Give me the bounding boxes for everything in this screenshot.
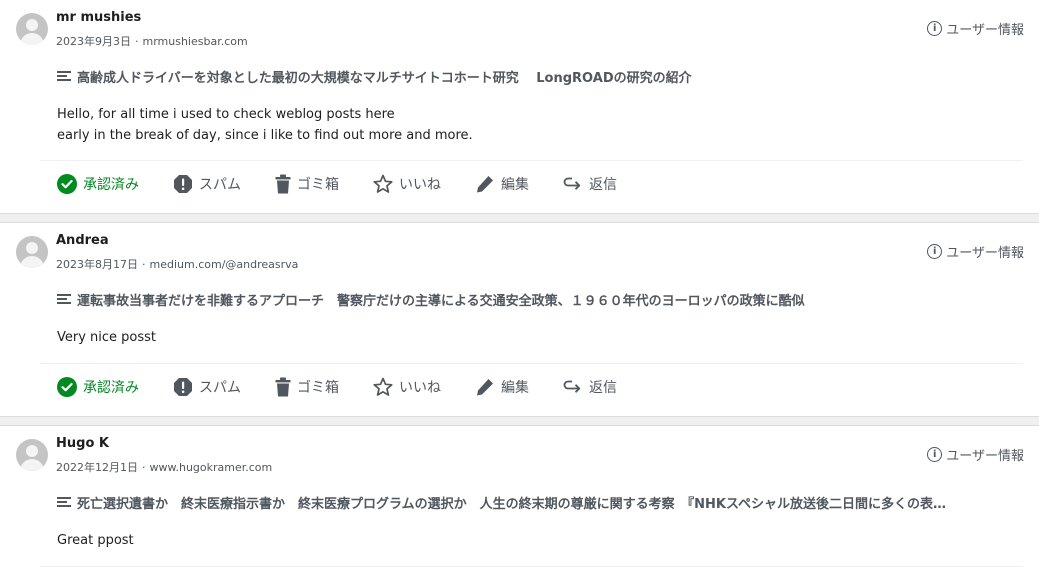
- divider: [40, 363, 1023, 364]
- comment-date[interactable]: 2023年9月3日: [56, 35, 131, 48]
- comment-meta: 2022年12月1日 · www.hugokramer.com: [56, 459, 272, 475]
- post-title: 死亡選択遺書か 終末医療指示書か 終末医療プログラムの選択か 人生の終末期の尊厳…: [77, 497, 947, 512]
- trash-icon: [275, 174, 291, 194]
- comment-line: early in the break of day, since i like …: [57, 128, 473, 143]
- comment-separator: [0, 416, 1039, 426]
- trash-icon: [275, 377, 291, 397]
- trash-button[interactable]: ゴミ箱: [275, 377, 339, 397]
- avatar[interactable]: [16, 236, 48, 268]
- meta-separator: ·: [135, 35, 139, 48]
- comment-date[interactable]: 2022年12月1日: [56, 461, 138, 474]
- like-button[interactable]: いいね: [373, 174, 441, 194]
- spam-label: スパム: [199, 380, 241, 396]
- reply-label: 返信: [589, 380, 617, 396]
- approved-button[interactable]: 承認済み: [57, 174, 139, 194]
- edit-button[interactable]: 編集: [475, 174, 529, 194]
- user-info-label: ユーザー情報: [946, 246, 1024, 261]
- edit-label: 編集: [501, 177, 529, 193]
- divider: [40, 160, 1023, 161]
- comment-line: Hello, for all time i used to check webl…: [57, 107, 395, 122]
- check-circle-icon: [57, 377, 77, 397]
- comment-site[interactable]: mrmushiesbar.com: [143, 35, 248, 48]
- user-info-label: ユーザー情報: [946, 449, 1024, 464]
- post-title-link[interactable]: 死亡選択遺書か 終末医療指示書か 終末医療プログラムの選択か 人生の終末期の尊厳…: [57, 493, 1019, 512]
- post-title: 運転事故当事者だけを非難するアプローチ 警察庁だけの主導による交通安全政策、１９…: [77, 294, 805, 309]
- post-title-link[interactable]: 運転事故当事者だけを非難するアプローチ 警察庁だけの主導による交通安全政策、１９…: [57, 290, 1019, 309]
- comment-line: Great ppost: [57, 533, 134, 548]
- spam-button[interactable]: スパム: [173, 174, 241, 194]
- pencil-icon: [477, 379, 493, 396]
- check-circle-icon: [57, 174, 77, 194]
- info-icon: i: [927, 244, 943, 259]
- star-icon: [373, 377, 393, 396]
- comment-card: mr mushies 2023年9月3日 · mrmushiesbar.com i …: [0, 0, 1039, 213]
- pencil-icon: [477, 176, 493, 193]
- like-label: いいね: [399, 380, 441, 396]
- meta-separator: ·: [142, 258, 146, 271]
- comment-site[interactable]: medium.com/@andreasrva: [150, 258, 299, 271]
- edit-button[interactable]: 編集: [475, 377, 529, 397]
- post-icon: [57, 294, 71, 305]
- info-icon: i: [927, 447, 943, 462]
- reply-label: 返信: [589, 177, 617, 193]
- comment-site[interactable]: www.hugokramer.com: [150, 461, 273, 474]
- spam-label: スパム: [199, 177, 241, 193]
- post-title: 高齢成人ドライバーを対象とした最初の大規模なマルチサイトコホート研究 LongR…: [77, 71, 692, 86]
- spam-icon: [174, 175, 192, 193]
- comment-author[interactable]: Andrea: [56, 233, 109, 248]
- reply-button[interactable]: 返信: [563, 174, 617, 194]
- avatar[interactable]: [16, 439, 48, 471]
- comment-actions: 承認済み スパム ゴミ箱 いいね 編集 返信: [57, 174, 651, 194]
- avatar[interactable]: [16, 13, 48, 45]
- edit-label: 編集: [501, 380, 529, 396]
- comment-content: Hello, for all time i used to check webl…: [57, 104, 473, 146]
- user-info-button[interactable]: i ユーザー情報: [927, 445, 1024, 464]
- comment-actions: 承認済み スパム ゴミ箱 いいね 編集 返信: [57, 377, 651, 397]
- approved-label: 承認済み: [83, 177, 139, 193]
- trash-label: ゴミ箱: [297, 177, 339, 193]
- comment-card: Andrea 2023年8月17日 · medium.com/@andreasrva…: [0, 223, 1039, 416]
- trash-button[interactable]: ゴミ箱: [275, 174, 339, 194]
- reply-button[interactable]: 返信: [563, 377, 617, 397]
- reply-icon: [563, 177, 581, 190]
- comment-meta: 2023年9月3日 · mrmushiesbar.com: [56, 33, 248, 49]
- comment-date[interactable]: 2023年8月17日: [56, 258, 138, 271]
- meta-separator: ·: [142, 461, 146, 474]
- approved-label: 承認済み: [83, 380, 139, 396]
- comment-content: Great ppost: [57, 530, 134, 551]
- reply-icon: [563, 380, 581, 393]
- like-button[interactable]: いいね: [373, 377, 441, 397]
- user-info-label: ユーザー情報: [946, 23, 1024, 38]
- post-title-link[interactable]: 高齢成人ドライバーを対象とした最初の大規模なマルチサイトコホート研究 LongR…: [57, 67, 1019, 86]
- comment-card: Hugo K 2022年12月1日 · www.hugokramer.com i ユ…: [0, 426, 1039, 567]
- user-info-button[interactable]: i ユーザー情報: [927, 242, 1024, 261]
- star-icon: [373, 174, 393, 193]
- spam-icon: [174, 378, 192, 396]
- comment-separator: [0, 213, 1039, 223]
- comment-author[interactable]: Hugo K: [56, 436, 109, 451]
- post-icon: [57, 497, 71, 508]
- approved-button[interactable]: 承認済み: [57, 377, 139, 397]
- user-info-button[interactable]: i ユーザー情報: [927, 19, 1024, 38]
- comment-line: Very nice posst: [57, 330, 157, 345]
- spam-button[interactable]: スパム: [173, 377, 241, 397]
- comment-author[interactable]: mr mushies: [56, 10, 141, 25]
- post-icon: [57, 71, 71, 82]
- like-label: いいね: [399, 177, 441, 193]
- trash-label: ゴミ箱: [297, 380, 339, 396]
- info-icon: i: [927, 21, 943, 36]
- comment-content: Very nice posst: [57, 327, 156, 348]
- comment-meta: 2023年8月17日 · medium.com/@andreasrva: [56, 256, 298, 272]
